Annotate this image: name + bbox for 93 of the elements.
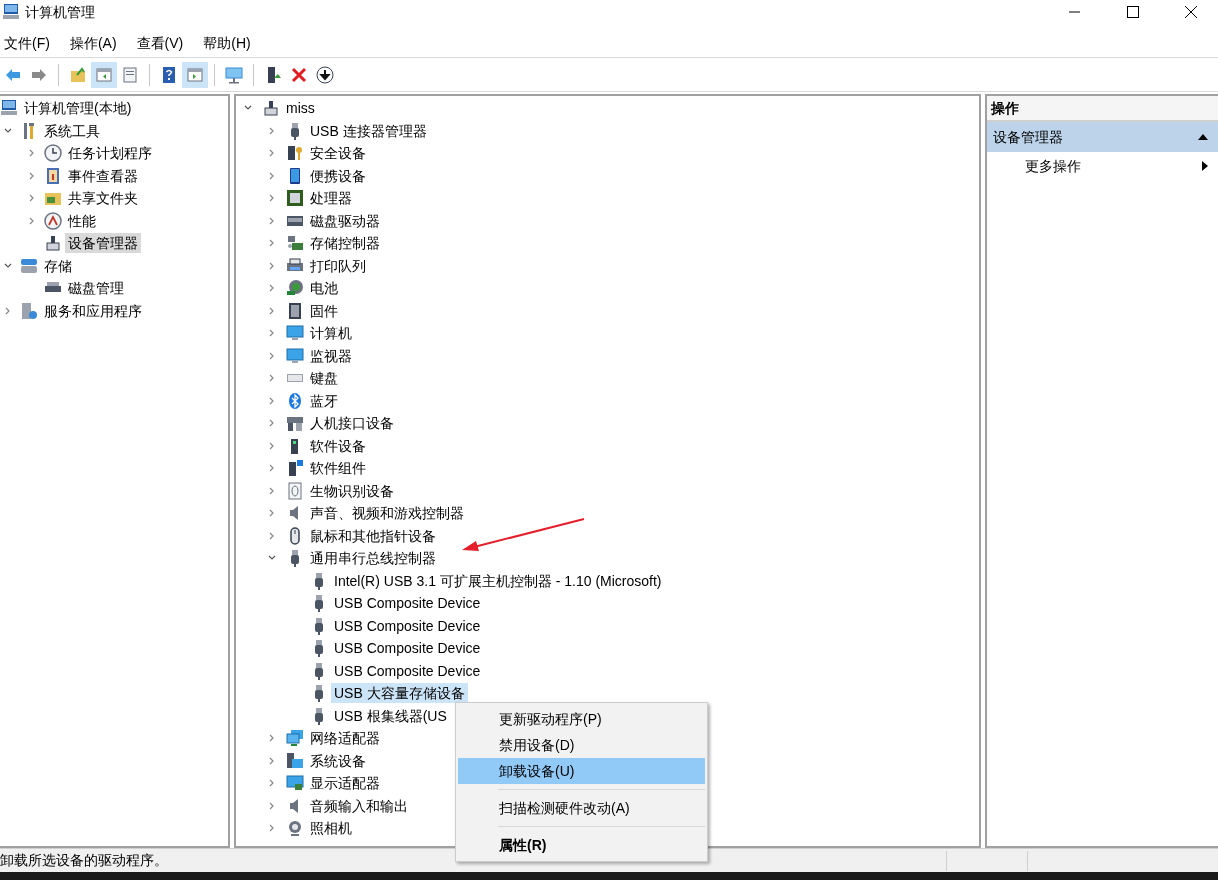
tree-item[interactable]: 通用串行总线控制器 [307, 548, 439, 569]
event-log-icon [44, 166, 62, 185]
tree-item[interactable]: 计算机管理(本地) [21, 98, 135, 119]
tree-item[interactable]: 软件组件 [307, 458, 369, 479]
tree-item[interactable]: 键盘 [307, 368, 341, 389]
tree-item[interactable]: 存储控制器 [307, 233, 383, 254]
tree-item[interactable]: 网络适配器 [307, 728, 383, 749]
menu-item[interactable]: 卸载设备(U) [458, 758, 705, 784]
uninstall-icon [290, 65, 308, 84]
menu-item[interactable]: 帮助(H) [199, 33, 255, 54]
network-adapter-icon [286, 729, 304, 748]
up-folder-icon [69, 65, 87, 84]
menu-item[interactable]: 扫描检测硬件改动(A) [458, 795, 705, 821]
submenu-arrow-icon [1202, 161, 1208, 171]
storage-icon [20, 256, 38, 275]
tree-item[interactable]: USB 连接器管理器 [307, 120, 430, 141]
maximize-icon[interactable] [1127, 6, 1139, 18]
tree-item[interactable]: 性能 [65, 210, 99, 231]
tree-item[interactable]: 打印队列 [307, 255, 369, 276]
tree-item[interactable]: 设备管理器 [65, 233, 141, 254]
disable-icon [316, 65, 334, 84]
display-adapter-icon [286, 774, 304, 793]
section-header[interactable]: 设备管理器 [987, 122, 1218, 152]
collapse-triangle-icon [1198, 134, 1208, 140]
menu-item[interactable]: 文件(F) [0, 33, 54, 54]
tree-item[interactable]: 系统设备 [307, 750, 369, 771]
menu-item[interactable]: 属性(R) [458, 832, 705, 858]
tree-item[interactable]: 处理器 [307, 188, 355, 209]
device-manager-icon [262, 99, 280, 118]
storage-controller-icon [286, 234, 304, 253]
help-icon [160, 65, 178, 84]
system-device-icon [286, 751, 304, 770]
tree-item[interactable]: 服务和应用程序 [41, 300, 145, 321]
tree-item[interactable]: miss [283, 98, 318, 119]
monitor-icon [225, 65, 243, 84]
tree-item[interactable]: USB Composite Device [331, 615, 484, 636]
device-key-icon [286, 144, 304, 163]
monitor-icon [286, 324, 304, 343]
tree-item[interactable]: 便携设备 [307, 165, 369, 186]
action-pane-icon [186, 65, 204, 84]
tree-item[interactable]: 共享文件夹 [65, 188, 141, 209]
window-title: 计算机管理 [25, 2, 95, 22]
tree-item[interactable]: 固件 [307, 300, 341, 321]
tree-item[interactable]: 任务计划程序 [65, 143, 155, 164]
tree-item[interactable]: 磁盘驱动器 [307, 210, 383, 231]
tree-item[interactable]: 照相机 [307, 818, 355, 839]
computer-management-icon [0, 99, 18, 118]
input-device-icon [286, 414, 304, 433]
tree-item[interactable]: 存储 [41, 255, 75, 276]
clock-icon [44, 144, 62, 163]
bluetooth-icon [286, 391, 304, 410]
menu-item[interactable]: 更新驱动程序(P) [458, 706, 705, 732]
properties-icon [121, 65, 139, 84]
tree-item[interactable]: 电池 [307, 278, 341, 299]
device-manager-icon [44, 234, 62, 253]
menu-item[interactable]: 操作(A) [65, 33, 121, 54]
tree-item[interactable]: 声音、视频和游戏控制器 [307, 503, 467, 524]
battery-icon [286, 279, 304, 298]
close-icon[interactable] [1185, 6, 1197, 18]
menu-item[interactable]: 查看(V) [132, 33, 188, 54]
webcam-icon [286, 819, 304, 838]
console-tree-icon [95, 65, 113, 84]
status-text: 卸载所选设备的驱动程序。 [0, 851, 168, 870]
fingerprint-icon [286, 481, 304, 500]
tree-item[interactable]: 音频输入和输出 [307, 795, 411, 816]
menu-item[interactable]: 禁用设备(D) [458, 732, 705, 758]
tree-item[interactable]: 显示适配器 [307, 773, 383, 794]
services-icon [20, 301, 38, 320]
firmware-chip-icon [286, 301, 304, 320]
tree-item[interactable]: 监视器 [307, 345, 355, 366]
tree-item[interactable]: 事件查看器 [65, 165, 141, 186]
tree-item[interactable]: USB 根集线器(US [331, 705, 450, 726]
tree-item[interactable]: USB Composite Device [331, 660, 484, 681]
tree-item[interactable]: 系统工具 [41, 120, 103, 141]
tree-item[interactable]: 蓝牙 [307, 390, 341, 411]
tree-item[interactable]: USB Composite Device [331, 593, 484, 614]
tree-item[interactable]: Intel(R) USB 3.1 可扩展主机控制器 - 1.10 (Microsoft) [331, 570, 665, 591]
chip-icon [286, 189, 304, 208]
tree-item[interactable]: USB Composite Device [331, 638, 484, 659]
tree-item[interactable]: 鼠标和其他指针设备 [307, 525, 439, 546]
gauge-icon [44, 211, 62, 230]
tree-item[interactable]: 计算机 [307, 323, 355, 344]
monitor-icon [286, 346, 304, 365]
tree-item[interactable]: 安全设备 [307, 143, 369, 164]
tree-item[interactable]: 软件设备 [307, 435, 369, 456]
computer-management-icon [2, 3, 20, 21]
action-link[interactable]: 更多操作 [1025, 155, 1081, 177]
tree-item[interactable]: 磁盘管理 [65, 278, 127, 299]
tree-item[interactable]: 人机接口设备 [307, 413, 397, 434]
pane-title: 操作 [991, 98, 1019, 118]
software-component-icon [286, 459, 304, 478]
tree-item[interactable]: 生物识别设备 [307, 480, 397, 501]
tree-item[interactable]: USB 大容量存储设备 [331, 683, 468, 704]
